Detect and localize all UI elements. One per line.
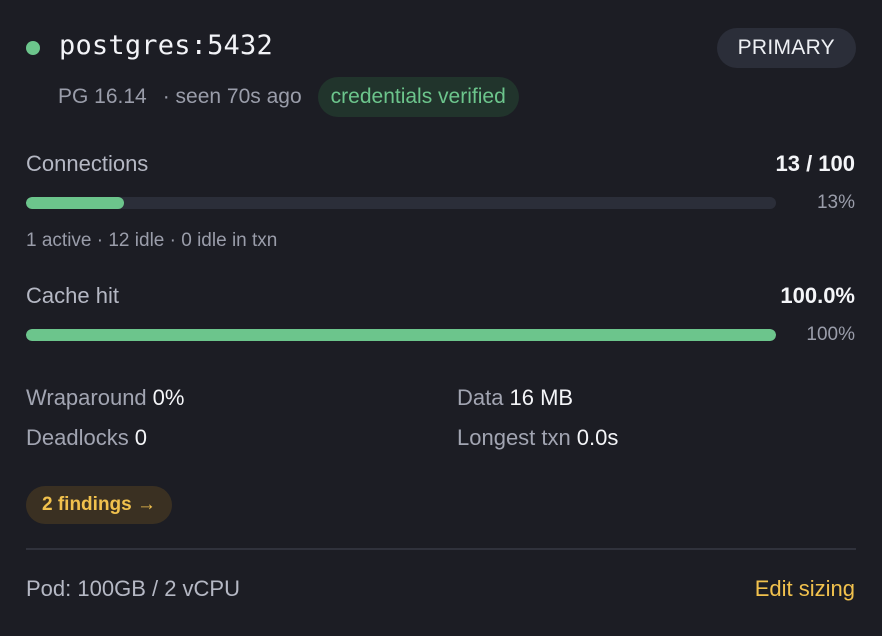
cache-hit-label: Cache hit (26, 283, 119, 308)
pod-size-label: Pod: 100GB / 2 vCPU (26, 576, 240, 601)
edit-sizing-link[interactable]: Edit sizing (755, 576, 855, 602)
server-meta: PG 16.14 · seen 70s ago credentials veri… (58, 77, 519, 117)
last-seen-label: · seen 70s ago (162, 85, 302, 108)
deadlocks-stat: Deadlocks 0 (26, 425, 147, 451)
version-label: PG 16.14 (58, 85, 147, 108)
card-header: postgres:5432 PRIMARY (26, 28, 856, 68)
footer-divider (26, 548, 856, 550)
connections-progress-bar (26, 197, 776, 209)
deadlocks-label: Deadlocks (26, 425, 129, 450)
credentials-badge: credentials verified (317, 77, 519, 117)
longest-txn-stat: Longest txn 0.0s (457, 425, 618, 451)
role-badge: PRIMARY (716, 28, 856, 68)
status-indicator (26, 41, 40, 55)
connections-value: 13 / 100 (775, 151, 855, 176)
database-card: postgres:5432 PRIMARY PG 16.14 · seen 70… (0, 0, 882, 636)
data-size-stat: Data 16 MB (457, 385, 573, 411)
longest-txn-value: 0.0s (576, 425, 619, 450)
wraparound-label: Wraparound (26, 385, 147, 410)
data-size-label: Data (457, 385, 504, 410)
cache-hit-value: 100.0% (780, 283, 855, 308)
host-name: postgres:5432 (59, 30, 273, 61)
longest-txn-label: Longest txn (457, 425, 571, 450)
cache-hit-progress-fill (26, 329, 776, 341)
findings-button[interactable]: 2 findings → (26, 486, 172, 524)
cache-hit-progress-bar (26, 329, 776, 341)
deadlocks-value: 0 (134, 425, 147, 450)
connections-detail: 1 active · 12 idle · 0 idle in txn (26, 230, 278, 251)
cache-hit-percent: 100% (806, 324, 855, 345)
connections-progress-fill (26, 197, 124, 209)
data-size-value: 16 MB (509, 385, 574, 410)
connections-label: Connections (26, 151, 149, 176)
wraparound-stat: Wraparound 0% (26, 385, 184, 411)
connections-percent: 13% (816, 192, 855, 213)
wraparound-value: 0% (152, 385, 185, 410)
